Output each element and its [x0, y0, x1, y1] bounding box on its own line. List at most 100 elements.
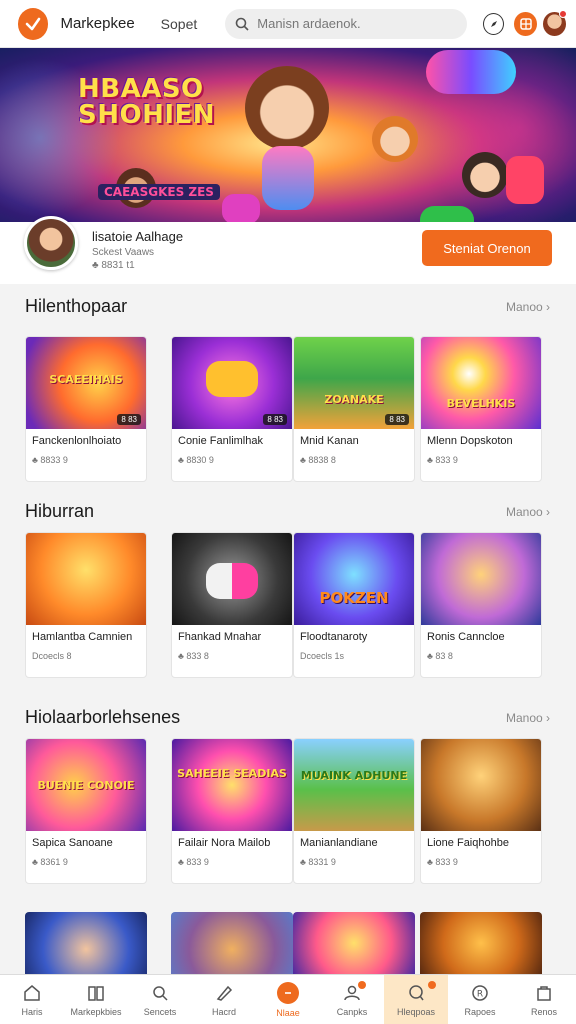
game-card[interactable]: ZOANAKE 8 83 Mnid Kanan ♣ 8838 8	[293, 336, 415, 482]
card-title: Lione Faiqhohbe	[427, 837, 509, 849]
nav-item-marketplace[interactable]: Markepkbies	[64, 975, 128, 1024]
nav-item-renos[interactable]: Renos	[512, 975, 576, 1024]
gamepad-icon	[206, 563, 258, 599]
center-orange-icon	[277, 981, 299, 1004]
game-card[interactable]: Lione Faiqhohbe ♣ 833 9	[420, 738, 542, 884]
section-title: Hiolaarborlehsenes	[25, 707, 181, 727]
section-hiolaarborlehsenes: Hiolaarborlehsenes Manoo › BUENIE CONOIE…	[0, 707, 576, 903]
game-card[interactable]: BUENIE CONOIE Sapica Sanoane ♣ 8361 9	[25, 738, 147, 884]
section-title: Hiburran	[25, 501, 95, 521]
card-meta: Dcoecls 1s	[300, 651, 345, 661]
thumbnail-title: POKZEN	[319, 589, 389, 607]
brand-name[interactable]: Markepkee	[60, 15, 134, 32]
card-meta: ♣ 8838 8	[300, 455, 336, 465]
bottom-navigation: Haris Markepkbies Sencets Hacrd Nlaae Ca…	[0, 974, 576, 1024]
card-title: Fhankad Mnahar	[178, 631, 262, 643]
gamepad-icon	[420, 206, 474, 222]
game-card[interactable]: SCAEEIHAIS 8 83 Fanckenlonlhoiato ♣ 8833…	[25, 336, 147, 482]
hero-title: HBAASO SHOHIEN	[78, 74, 216, 130]
game-card[interactable]: Fhankad Mnahar ♣ 833 8	[171, 532, 293, 678]
tag-icon	[214, 983, 234, 1003]
card-meta: ♣ 8361 9	[32, 857, 68, 867]
svg-text:R: R	[477, 989, 483, 999]
hero-character-boy	[372, 116, 418, 162]
game-card[interactable]	[25, 912, 147, 974]
nav-label: Hleqpoas	[396, 1006, 436, 1017]
game-card[interactable]: Ronis Canncloe ♣ 83 8	[420, 532, 542, 678]
duration-badge: 8 83	[117, 414, 141, 425]
nav-item-home[interactable]: Haris	[0, 975, 64, 1024]
thumbnail-title: BEVELHKIS	[446, 397, 516, 410]
home-icon	[22, 983, 42, 1003]
nav-item-canpks[interactable]: Canpks	[320, 975, 384, 1024]
card-title: Ronis Canncloe	[427, 631, 505, 643]
profile-name[interactable]: lisatoie Aalhage	[92, 229, 183, 244]
card-meta: ♣ 833 8	[178, 651, 209, 661]
game-thumbnail: BEVELHKIS	[421, 337, 541, 429]
card-meta: ♣ 83 8	[427, 651, 453, 661]
compass-icon[interactable]	[483, 12, 505, 35]
card-title: Failair Nora Mailob	[178, 837, 271, 849]
hero-character-girl	[245, 66, 329, 150]
nav-label: Haris	[21, 1006, 43, 1017]
nav-label: Hacrd	[211, 1006, 236, 1017]
card-title: Mlenn Dopskoton	[427, 435, 513, 447]
game-card[interactable]	[293, 912, 415, 974]
section-title: Hilenthopaar	[25, 296, 128, 316]
nav-item-hacrd[interactable]: Hacrd	[192, 975, 256, 1024]
duration-badge: 8 83	[385, 414, 409, 425]
game-card[interactable]: MUAINK ADHUNE Manianlandiane ♣ 8331 9	[293, 738, 415, 884]
game-card[interactable]: SAHEEIE SEADIAS Failair Nora Mailob ♣ 83…	[171, 738, 293, 884]
thumbnail-title: BUENIE CONOIE	[37, 779, 135, 792]
nav-label: Rapoes	[464, 1006, 496, 1017]
nav-label: Renos	[530, 1006, 557, 1017]
search-icon	[150, 983, 170, 1003]
thumbnail-title: MUAINK ADHUNE	[300, 769, 408, 782]
profile-stats: ♣ 8831 t1	[92, 260, 135, 271]
section-hilenthopaar: Hilenthopaar Manoo › SCAEEIHAIS 8 83 Fan…	[0, 296, 576, 486]
game-card[interactable]	[171, 912, 293, 974]
card-title: Manianlandiane	[300, 837, 378, 849]
card-title: Conie Fanlimlhak	[178, 435, 263, 447]
avatar[interactable]	[543, 9, 567, 36]
card-title: Mnid Kanan	[300, 435, 359, 447]
hero-subtitle: CAEASGKES ZES	[98, 184, 220, 200]
nav-item-hleqpoas[interactable]: Hleqpoas	[384, 975, 448, 1024]
game-thumbnail	[26, 533, 146, 625]
game-thumbnail: POKZEN	[294, 533, 414, 625]
see-more-link[interactable]: Manoo ›	[506, 711, 550, 725]
card-title: Fanckenlonlhoiato	[32, 435, 122, 447]
thumbnail-title: SAHEEIE SEADIAS	[177, 767, 287, 780]
nav-label: Sencets	[143, 1006, 177, 1017]
grid-icon[interactable]	[514, 11, 538, 36]
nav-item-rapoes[interactable]: R Rapoes	[448, 975, 512, 1024]
card-title: Sapica Sanoane	[32, 837, 113, 849]
game-card[interactable]: POKZEN Floodtanaroty Dcoecls 1s	[293, 532, 415, 678]
game-thumbnail	[172, 533, 292, 625]
hero-character-boy-2	[462, 152, 508, 198]
gamepad-icon	[506, 156, 544, 204]
game-card[interactable]	[420, 912, 542, 974]
card-title: Hamlantba Camnien	[32, 631, 133, 643]
nav-item-center[interactable]: Nlaae	[256, 975, 320, 1024]
profile-avatar[interactable]	[24, 216, 78, 270]
nav-item-search[interactable]: Sencets	[128, 975, 192, 1024]
hero-character-body	[262, 146, 314, 210]
game-card[interactable]: BEVELHKIS Mlenn Dopskoton ♣ 833 9	[420, 336, 542, 482]
hero-banner[interactable]: HBAASO SHOHIEN CAEASGKES ZES	[0, 48, 576, 222]
top-bar: Markepkee Sopet	[0, 0, 576, 48]
game-thumbnail: SCAEEIHAIS 8 83	[26, 337, 146, 429]
see-more-link[interactable]: Manoo ›	[506, 300, 550, 314]
search-input[interactable]	[257, 16, 458, 31]
game-thumbnail	[421, 533, 541, 625]
game-card[interactable]: Hamlantba Camnien Dcoecls 8	[25, 532, 147, 678]
card-meta: ♣ 833 9	[427, 857, 458, 867]
see-more-link[interactable]: Manoo ›	[506, 505, 550, 519]
game-thumbnail: 8 83	[172, 337, 292, 429]
search-bar[interactable]	[225, 8, 468, 39]
nav-link[interactable]: Sopet	[161, 16, 198, 32]
card-meta: ♣ 8331 9	[300, 857, 336, 867]
logo-check-icon[interactable]	[18, 7, 49, 40]
game-card[interactable]: 8 83 Conie Fanlimlhak ♣ 8830 9	[171, 336, 293, 482]
primary-action-button[interactable]: Steniat Orenon	[422, 230, 552, 266]
